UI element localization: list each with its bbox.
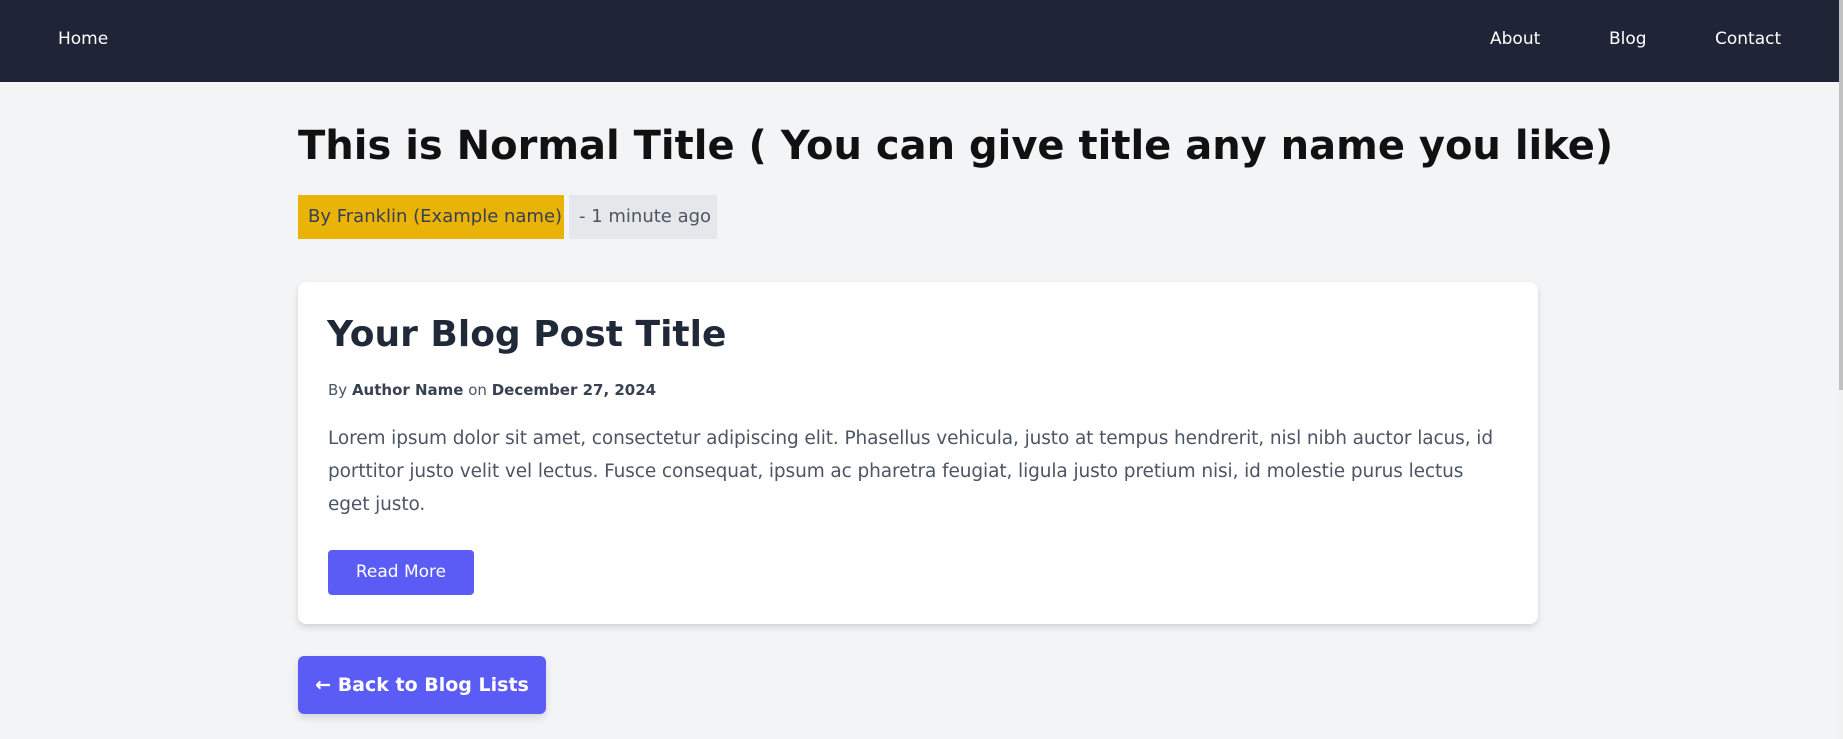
blog-post-page: Home About Blog Contact This is Normal T… (0, 0, 1843, 739)
blog-post-card: Your Blog Post Title By Author Name on D… (298, 282, 1538, 624)
post-meta-on-label: on (463, 381, 492, 399)
vertical-scrollbar[interactable] (1839, 0, 1843, 739)
post-author-name: Author Name (351, 381, 464, 399)
nav-link-contact[interactable]: Contact (1715, 26, 1781, 52)
author-badge: By Franklin (Example name) (298, 195, 564, 239)
post-title: Your Blog Post Title (327, 314, 727, 355)
post-date: December 27, 2024 (491, 381, 657, 399)
post-meta-by-label: By (328, 381, 352, 399)
nav-link-about[interactable]: About (1490, 26, 1540, 52)
top-navbar: Home About Blog Contact (0, 0, 1839, 82)
nav-link-home[interactable]: Home (58, 26, 108, 52)
scrollbar-thumb[interactable] (1839, 0, 1843, 390)
post-meta: By Author Name on December 27, 2024 (328, 378, 656, 402)
page-title: This is Normal Title ( You can give titl… (298, 123, 1614, 169)
nav-link-blog[interactable]: Blog (1609, 26, 1647, 52)
time-badge: - 1 minute ago (569, 195, 717, 239)
post-excerpt: Lorem ipsum dolor sit amet, consectetur … (328, 428, 1493, 515)
back-to-blog-lists-button[interactable]: ← Back to Blog Lists (298, 656, 546, 714)
read-more-button[interactable]: Read More (328, 550, 474, 595)
